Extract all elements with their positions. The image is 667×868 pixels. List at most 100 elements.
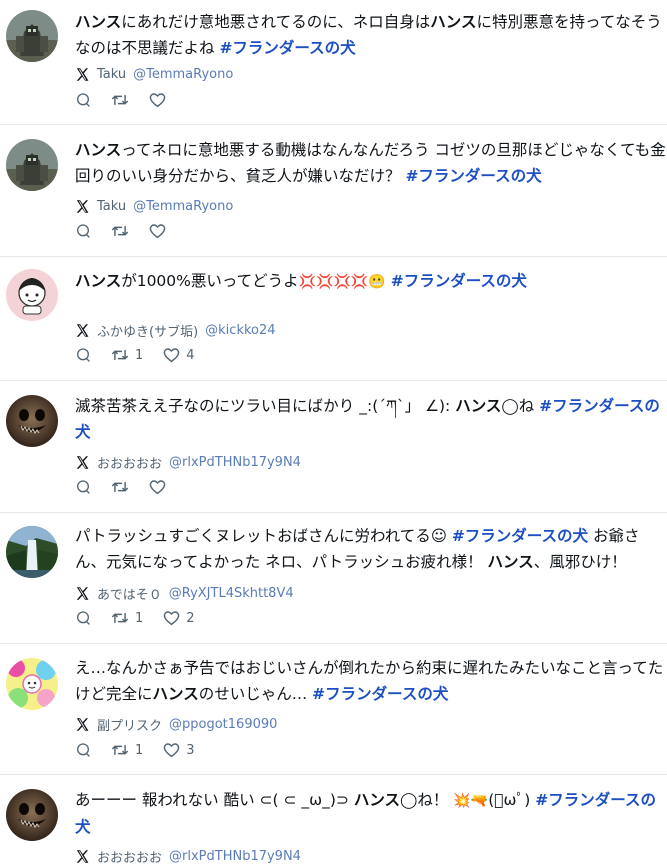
post-actions <box>75 222 186 240</box>
reply-button[interactable] <box>75 742 91 758</box>
retweet-icon <box>111 610 129 626</box>
text-segment: (ﾟωﾟ) <box>488 791 536 809</box>
post-actions <box>75 91 186 109</box>
post[interactable]: ハンスにあれだけ意地悪されてるのに、ネロ自身はハンスに特別悪意を持ってなそうなの… <box>0 0 667 124</box>
retweet-button[interactable]: 1 <box>111 347 143 363</box>
emoji-group: 💢💢💢💢😬 <box>298 274 386 290</box>
post-author[interactable]: あではそ０ @RyXJTL4Skhtt8V4 <box>75 584 294 603</box>
avatar[interactable] <box>6 10 58 62</box>
x-logo-icon <box>75 586 90 601</box>
author-handle[interactable]: @rlxPdTHNb17y9N4 <box>169 455 301 470</box>
hashtag-link[interactable]: #フランダースの犬 <box>312 685 448 703</box>
retweet-icon <box>111 92 129 108</box>
author-handle[interactable]: @rlxPdTHNb17y9N4 <box>169 849 301 864</box>
keyword-highlight: ハンス <box>152 685 199 703</box>
text-segment: あーーー 報われない 酷い ⊂( ⊂ _ω_)⊃ <box>75 791 354 809</box>
author-name: Taku <box>97 198 127 214</box>
reply-button[interactable] <box>75 223 91 239</box>
retweet-icon <box>111 479 129 495</box>
post[interactable]: ハンスってネロに意地悪する動機はなんなんだろう コゼツの旦那ほどじゃなくても金回… <box>0 125 667 255</box>
text-segment: 、風邪ひけ！ <box>533 553 627 571</box>
reply-button[interactable] <box>75 479 91 495</box>
like-button[interactable]: 2 <box>163 610 195 626</box>
avatar[interactable] <box>6 269 58 321</box>
post-text: え…なんかさぁ予告ではおじいさんが倒れたから約束に遅れたみたいなこと言ってたけど… <box>75 655 667 707</box>
avatar[interactable] <box>6 526 58 578</box>
heart-icon <box>163 742 180 758</box>
post[interactable]: ハンスが1000%悪いってどうよ💢💢💢💢😬 #フランダースの犬 ふかゆき(サブ垢… <box>0 257 667 380</box>
keyword-highlight: ハンス <box>75 141 122 159</box>
author-handle[interactable]: @RyXJTL4Skhtt8V4 <box>169 586 294 601</box>
hashtag-link[interactable]: #フランダースの犬 <box>219 39 355 57</box>
retweet-icon <box>111 742 129 758</box>
post-author[interactable]: Taku @TemmaRyono <box>75 197 233 215</box>
post-text: 滅茶苦茶ええ子なのにツラい目にばかり _:(´ཀ`」 ∠): ハンス◯ね #フラ… <box>75 393 667 445</box>
retweet-button[interactable] <box>111 479 129 495</box>
author-name: あではそ０ <box>97 587 162 603</box>
like-button[interactable]: 4 <box>163 347 195 363</box>
post-author[interactable]: おおおおお @rlxPdTHNb17y9N4 <box>75 453 301 472</box>
hashtag-link[interactable]: #フランダースの犬 <box>391 272 527 290</box>
x-logo-icon <box>75 323 90 338</box>
heart-icon <box>163 610 180 626</box>
x-logo-icon <box>75 849 90 864</box>
post-actions: 12 <box>75 609 215 627</box>
retweet-icon <box>111 347 129 363</box>
like-button[interactable] <box>149 479 166 495</box>
text-segment: にあれだけ意地悪されてるのに、ネロ自身は <box>121 13 431 31</box>
avatar[interactable] <box>6 139 58 191</box>
retweet-button[interactable] <box>111 92 129 108</box>
avatar[interactable] <box>6 658 58 710</box>
hashtag-link[interactable]: #フランダースの犬 <box>452 527 588 545</box>
retweet-button[interactable] <box>111 223 129 239</box>
author-name: ふかゆき(サブ垢) <box>97 324 199 340</box>
heart-icon <box>149 479 166 495</box>
retweet-count: 1 <box>135 742 144 758</box>
x-logo-icon <box>75 67 90 82</box>
author-name: Taku <box>97 66 127 82</box>
like-button[interactable]: 3 <box>163 742 195 758</box>
avatar[interactable] <box>6 789 58 841</box>
avatar[interactable] <box>6 395 58 447</box>
post[interactable]: パトラッシュすごくヌレットおばさんに労われてる☺ #フランダースの犬 お爺さん、… <box>0 513 667 642</box>
author-handle[interactable]: @kickko24 <box>205 323 275 338</box>
hashtag-link[interactable]: #フランダースの犬 <box>405 167 541 185</box>
reply-icon <box>75 610 91 626</box>
reply-button[interactable] <box>75 347 91 363</box>
post[interactable]: あーーー 報われない 酷い ⊂( ⊂ _ω_)⊃ ハンス◯ね！ 💥🔫(ﾟωﾟ) … <box>0 775 667 866</box>
post-author[interactable]: おおおおお @rlxPdTHNb17y9N4 <box>75 847 301 866</box>
post-text: ハンスってネロに意地悪する動機はなんなんだろう コゼツの旦那ほどじゃなくても金回… <box>75 137 667 189</box>
text-segment: ◯ね！ <box>400 791 454 809</box>
heart-icon <box>149 223 166 239</box>
x-logo-icon <box>75 199 90 214</box>
author-handle[interactable]: @TemmaRyono <box>133 67 233 82</box>
keyword-highlight: ハンス <box>487 553 534 571</box>
author-handle[interactable]: @TemmaRyono <box>133 199 233 214</box>
text-segment: のせいじゃん… <box>198 685 313 703</box>
author-handle[interactable]: @ppogot169090 <box>169 717 277 732</box>
text-segment: 滅茶苦茶ええ子なのにツラい目にばかり _:(´ཀ`」 ∠): <box>75 397 456 415</box>
post[interactable]: 滅茶苦茶ええ子なのにツラい目にばかり _:(´ཀ`」 ∠): ハンス◯ね #フラ… <box>0 381 667 512</box>
post-author[interactable]: 副プリスク @ppogot169090 <box>75 715 277 734</box>
like-button[interactable] <box>149 223 166 239</box>
author-name: おおおおお <box>97 850 163 866</box>
retweet-button[interactable]: 1 <box>111 742 143 758</box>
post-author[interactable]: ふかゆき(サブ垢) @kickko24 <box>75 321 276 340</box>
like-count: 3 <box>186 742 195 758</box>
reply-icon <box>75 92 91 108</box>
retweet-button[interactable]: 1 <box>111 610 143 626</box>
post[interactable]: え…なんかさぁ予告ではおじいさんが倒れたから約束に遅れたみたいなこと言ってたけど… <box>0 644 667 774</box>
author-name: おおおおお <box>97 456 163 472</box>
post-actions: 14 <box>75 346 215 364</box>
post-actions <box>75 478 186 496</box>
post-text: あーーー 報われない 酷い ⊂( ⊂ _ω_)⊃ ハンス◯ね！ 💥🔫(ﾟωﾟ) … <box>75 787 667 840</box>
like-button[interactable] <box>149 92 166 108</box>
reply-button[interactable] <box>75 610 91 626</box>
post-author[interactable]: Taku @TemmaRyono <box>75 65 233 83</box>
keyword-highlight: ハンス <box>75 13 122 31</box>
heart-icon <box>149 92 166 108</box>
post-text: パトラッシュすごくヌレットおばさんに労われてる☺ #フランダースの犬 お爺さん、… <box>75 523 667 575</box>
text-segment: ってネロに意地悪する動機はなんなんだろう コゼツの旦那ほどじゃなくても金回りのい… <box>75 141 666 185</box>
emoji-group: 💥🔫 <box>453 793 489 809</box>
reply-button[interactable] <box>75 92 91 108</box>
